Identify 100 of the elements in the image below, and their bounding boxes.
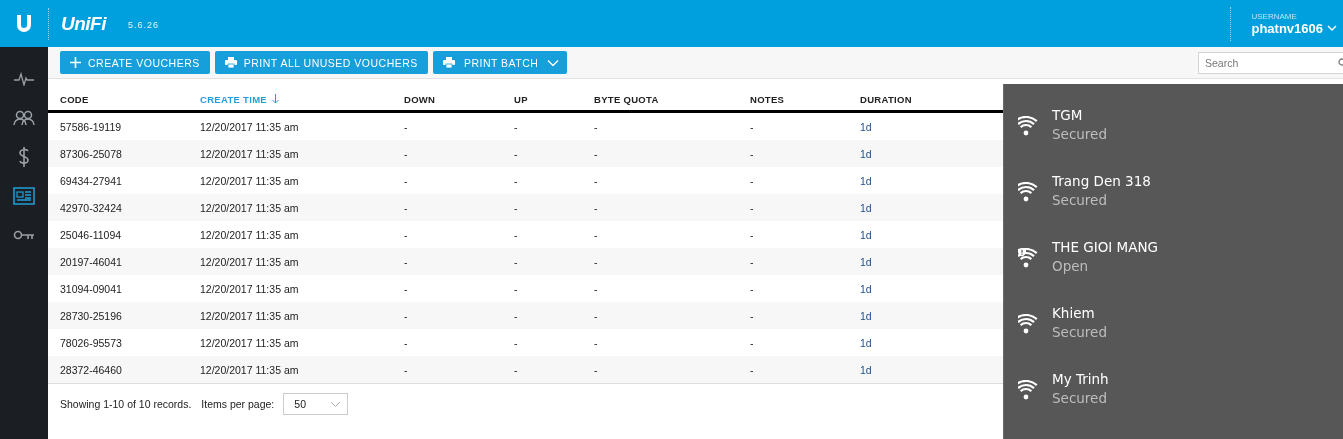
table-cell-text: 31094-09041 [60, 282, 123, 295]
table-cell-text: - [514, 363, 519, 376]
chevron-down-icon [1327, 24, 1337, 32]
table-cell-text: 1d [860, 228, 873, 241]
network-name: TGM [1052, 107, 1084, 123]
wifi-network[interactable]: TGM Secured [1004, 100, 1204, 151]
plus-icon [70, 57, 81, 68]
version-label: 5.6.26 [128, 19, 160, 30]
username-label: USERNAME [1251, 11, 1298, 21]
table-cell-text: 1d [860, 255, 873, 268]
table-cell-text: 12/20/2017 11:35 am [200, 282, 300, 295]
table-cell-text: - [404, 282, 409, 295]
table-cell-text: - [750, 201, 755, 214]
pulse-icon [13, 71, 35, 86]
table-cell-text: - [750, 147, 755, 160]
table-cell-text: - [514, 255, 519, 268]
table-cell-text: - [750, 120, 755, 133]
table-cell-text: 1d [860, 363, 873, 376]
table-cell-text: - [514, 309, 519, 322]
table-cell-text: 1d [860, 120, 873, 133]
voucher-icon [13, 186, 35, 205]
items-per-page-select[interactable]: 50 [283, 393, 349, 415]
wifi-network[interactable]: Trang Den 318 Secured [1004, 166, 1204, 217]
wifi-network[interactable]: THE GIOI MANG Open [1004, 232, 1204, 283]
table-cell-text: - [594, 174, 599, 187]
table-cell-text: 12/20/2017 11:35 am [200, 255, 300, 268]
printer-icon [224, 57, 237, 68]
table-cell-text: - [750, 228, 755, 241]
sort-arrow-icon [272, 94, 279, 104]
table-cell-text: - [514, 201, 519, 214]
table-cell-text: 1d [860, 309, 873, 322]
wifi-network[interactable]: My Trinh Secured [1004, 364, 1204, 415]
table-cell-text: 1d [860, 147, 873, 160]
table-cell-text: - [594, 120, 599, 133]
network-status: Secured [1052, 192, 1108, 208]
key-icon [13, 228, 35, 241]
table-cell-text: - [514, 147, 519, 160]
network-name: My Trinh [1052, 371, 1109, 387]
network-status: Secured [1052, 390, 1108, 406]
table-cell-text: - [514, 120, 519, 133]
items-per-page-label: Items per page: [201, 398, 275, 410]
table-cell-text: 78026-95573 [60, 336, 123, 349]
table-cell-text: - [750, 255, 755, 268]
network-status: Secured [1052, 324, 1107, 340]
table-cell-text: - [594, 201, 599, 214]
table-cell-text: - [404, 147, 409, 160]
printer-icon [442, 57, 455, 68]
table-cell-text: 12/20/2017 11:35 am [200, 363, 300, 376]
table-cell-text: - [404, 201, 409, 214]
table-cell-text: 20197-46041 [60, 255, 123, 268]
wifi-network[interactable]: Khiem Secured [1004, 298, 1204, 349]
table-cell-text: - [594, 228, 599, 241]
table-cell-text: - [514, 336, 519, 349]
table-cell-text: 57586-19119 [60, 120, 123, 133]
chevron-down-icon [547, 58, 560, 67]
column-header[interactable]: NOTES [750, 93, 860, 105]
table-cell-text: 28372-46460 [60, 363, 123, 376]
column-header[interactable]: UP [514, 93, 594, 105]
table-cell-text: 12/20/2017 11:35 am [200, 228, 300, 241]
table-cell-text: - [404, 120, 409, 133]
table-cell-text: - [750, 309, 755, 322]
table-cell-text: 12/20/2017 11:35 am [200, 201, 300, 214]
table-cell-text: - [594, 336, 599, 349]
brand-name: UniFi [61, 12, 106, 35]
table-cell-text: 1d [860, 336, 873, 349]
table-cell-text: 25046-11094 [60, 228, 123, 241]
column-header[interactable]: CODE [60, 93, 200, 105]
chevron-down-icon [330, 400, 342, 408]
table-cell-text: - [514, 174, 519, 187]
column-header[interactable]: BYTE QUOTA [594, 93, 750, 105]
table-cell-text: - [750, 336, 755, 349]
table-cell-text: - [750, 363, 755, 376]
table-cell-text: - [750, 174, 755, 187]
users-icon [13, 109, 35, 126]
table-cell-text: 87306-25078 [60, 147, 123, 160]
column-header[interactable]: DOWN [404, 93, 514, 105]
table-cell-text: - [514, 228, 519, 241]
network-name: Trang Den 318 [1052, 173, 1151, 189]
table-cell-text: - [514, 282, 519, 295]
table-cell-text: - [404, 228, 409, 241]
table-cell-text: 12/20/2017 11:35 am [200, 120, 300, 133]
network-status: Secured [1052, 126, 1107, 142]
table-cell-text: 12/20/2017 11:35 am [200, 336, 300, 349]
table-cell-text: 1d [860, 174, 873, 187]
table-cell-text: 1d [860, 201, 873, 214]
table-cell-text: 1d [860, 282, 873, 295]
table-cell-text: - [594, 255, 599, 268]
table-cell-text: 69434-27941 [60, 174, 123, 187]
table-cell-text: - [750, 282, 755, 295]
table-cell-text: 12/20/2017 11:35 am [200, 309, 300, 322]
search-field[interactable]: Search [1198, 51, 1343, 74]
network-status: Open [1052, 258, 1090, 274]
logo-icon [14, 12, 34, 35]
records-summary: Showing 1-10 of 10 records. [60, 398, 192, 410]
column-header[interactable]: DURATION [860, 93, 960, 105]
table-cell-text: - [404, 363, 409, 376]
table-cell-text: 42970-32424 [60, 201, 123, 214]
table-cell-text: 28730-25196 [60, 309, 123, 322]
table-cell-text: - [594, 363, 599, 376]
table-cell-text: - [404, 174, 409, 187]
